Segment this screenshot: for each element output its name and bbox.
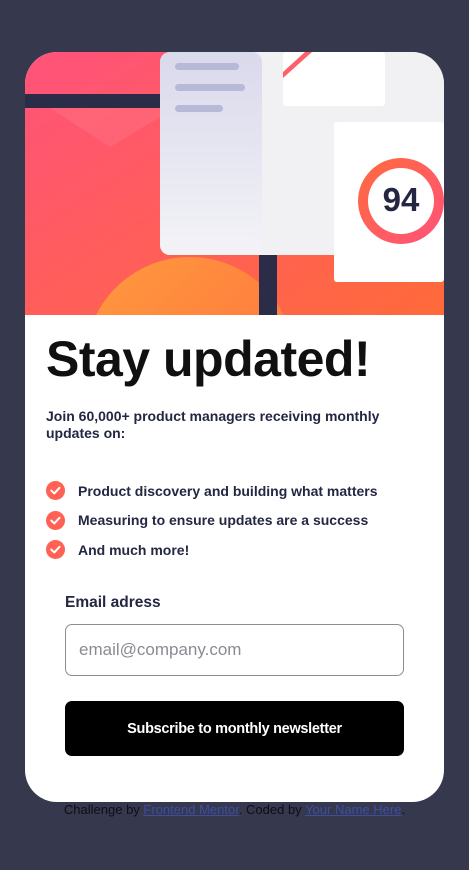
list-item: And much more! xyxy=(46,539,378,560)
list-item: Measuring to ensure updates are a succes… xyxy=(46,510,378,531)
email-label: Email adress xyxy=(65,594,161,611)
hero-illustration: 94 xyxy=(25,52,444,315)
check-icon xyxy=(46,510,65,530)
feature-list: Product discovery and building what matt… xyxy=(46,480,378,569)
author-link[interactable]: Your Name Here xyxy=(305,802,401,817)
intro-text: Join 60,000+ product managers receiving … xyxy=(46,408,380,441)
frontend-mentor-link[interactable]: Frontend Mentor xyxy=(143,802,238,817)
list-item-text: And much more! xyxy=(78,541,190,558)
list-item-text: Product discovery and building what matt… xyxy=(78,482,378,499)
list-item-text: Measuring to ensure updates are a succes… xyxy=(78,512,369,528)
newsletter-card: 94 Stay updated! Join 60,000+ product ma… xyxy=(25,52,444,802)
attribution: Challenge by Frontend Mentor. Coded by Y… xyxy=(0,802,469,817)
attribution-prefix: Challenge by xyxy=(63,802,144,817)
list-item: Product discovery and building what matt… xyxy=(46,480,378,501)
page-title: Stay updated! xyxy=(46,331,371,387)
attribution-middle: . Coded by xyxy=(238,802,306,817)
email-field[interactable] xyxy=(65,624,404,676)
score-value: 94 xyxy=(382,181,420,218)
check-icon xyxy=(46,481,65,500)
attribution-suffix: . xyxy=(401,802,406,817)
check-icon xyxy=(46,540,65,559)
subscribe-button[interactable]: Subscribe to monthly newsletter xyxy=(65,701,404,756)
